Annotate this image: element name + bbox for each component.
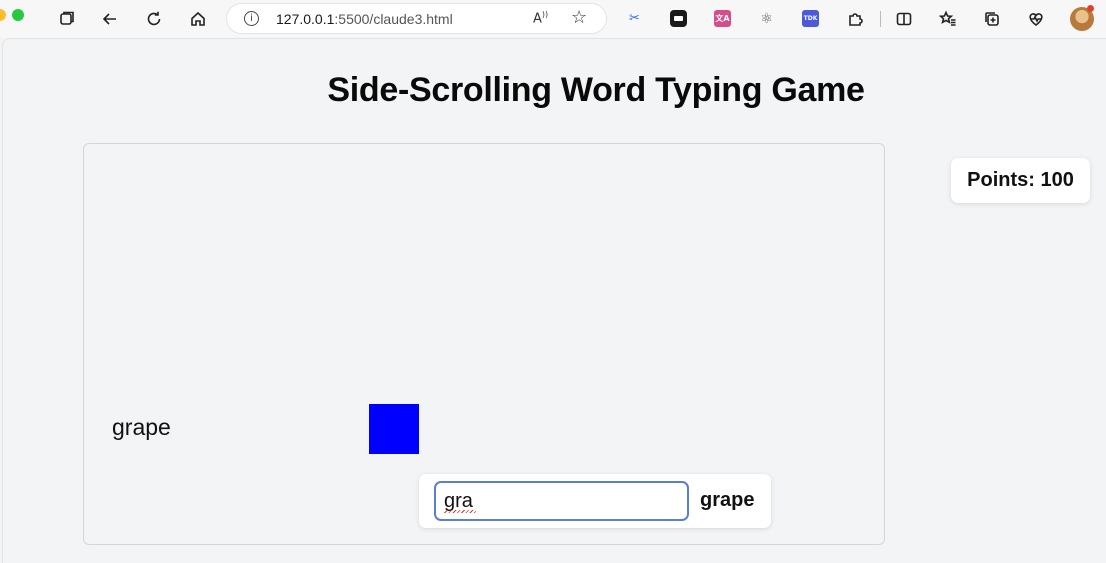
scrolling-word: grape [112,414,171,440]
page-title: Side-Scrolling Word Typing Game [327,71,865,109]
points-badge: Points: 100 [951,158,1090,203]
maximize-button[interactable] [12,9,24,21]
collections-icon[interactable] [978,5,1006,33]
game-area: grape grape [83,143,885,545]
reload-icon[interactable] [140,5,168,33]
notification-dot [1087,5,1094,12]
translate-extension-icon[interactable]: 文A [714,10,731,27]
favorites-icon[interactable] [934,5,962,33]
toolbar-divider [880,11,881,27]
home-icon[interactable] [184,5,212,33]
url-text[interactable]: 127.0.0.1:5500/claude3.html [276,11,453,27]
toolbox-extension-icon[interactable] [670,10,687,27]
url-path: :5500/claude3.html [334,11,453,27]
read-aloud-icon[interactable]: A)) [533,10,548,26]
tabs-icon[interactable] [53,5,81,33]
page-viewport: Side-Scrolling Word Typing Game grape gr… [2,38,1106,563]
word-input[interactable] [434,481,689,521]
heart-pulse-icon[interactable] [1022,5,1050,33]
address-bar[interactable]: i 127.0.0.1:5500/claude3.html A)) ☆ [226,3,607,34]
minimize-button[interactable] [0,9,6,21]
input-panel: grape [419,474,771,528]
url-host: 127.0.0.1 [276,11,335,27]
browser-toolbar: i 127.0.0.1:5500/claude3.html A)) ☆ ✂ 文A… [0,0,1106,38]
window-controls [0,9,30,21]
scissors-extension-icon[interactable]: ✂ [626,10,643,27]
puzzle-icon[interactable] [841,5,869,33]
player-block [369,404,419,454]
star-icon[interactable]: ☆ [571,7,587,28]
atom-extension-icon[interactable]: ⚛ [758,10,775,27]
info-icon[interactable]: i [244,11,259,26]
split-screen-icon[interactable] [890,5,918,33]
back-arrow-icon[interactable] [96,5,124,33]
target-word: grape [700,489,755,511]
tdk-extension-icon[interactable]: TDK [802,10,819,27]
